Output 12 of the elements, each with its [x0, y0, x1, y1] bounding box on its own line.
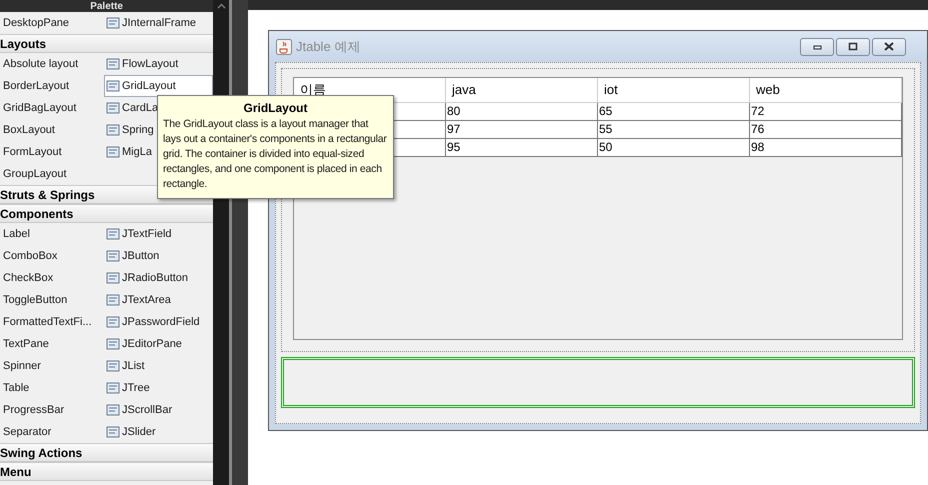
palette-title: Palette: [90, 0, 123, 12]
tooltip-title: GridLayout: [242, 100, 308, 117]
table-cell: 55: [598, 121, 750, 138]
table-cell: 80: [446, 103, 598, 120]
window-title: Jtable 예제: [296, 38, 360, 56]
table-cell: 50: [598, 139, 750, 156]
table-cell: 95: [446, 139, 598, 156]
table-cell: 72: [750, 103, 902, 120]
table-cell: 98: [750, 139, 902, 156]
table-cell: 76: [750, 121, 902, 138]
table-cell: 97: [446, 121, 598, 138]
table-cell: 65: [598, 103, 750, 120]
